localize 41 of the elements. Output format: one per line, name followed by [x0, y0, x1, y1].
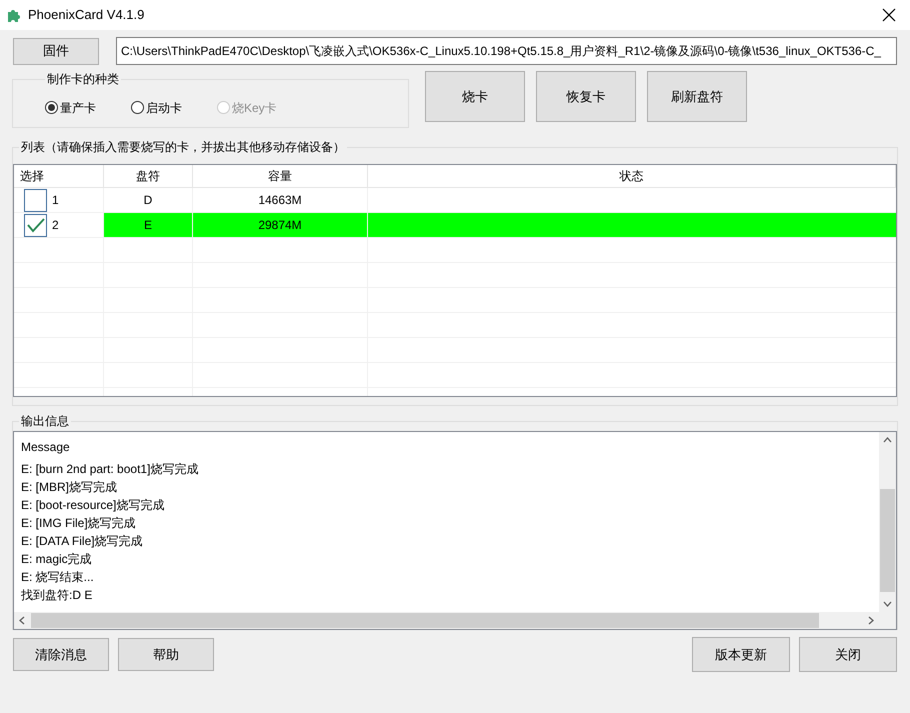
log-line: E: magic完成: [21, 551, 93, 568]
table-cell-text: 1: [52, 192, 59, 209]
column-header[interactable]: 盘符: [104, 165, 193, 187]
log-line: Message: [21, 439, 71, 456]
check-icon: [26, 217, 46, 233]
log-line: E: [IMG File]烧写完成: [21, 515, 137, 532]
checkbox[interactable]: [24, 214, 47, 236]
table-cell: D: [104, 188, 193, 212]
table-cell: 14663M: [193, 188, 368, 212]
table-cell: E: [104, 213, 193, 237]
table-cell: 29874M: [193, 213, 368, 237]
radio-option[interactable]: 量产卡: [45, 98, 96, 116]
log-line: E: [MBR]烧写完成: [21, 479, 118, 496]
group-label: 制作卡的种类: [46, 71, 120, 88]
log-line: E: [burn 2nd part: boot1]烧写完成: [21, 461, 200, 478]
button[interactable]: 固件: [13, 38, 99, 64]
group-label: 输出信息: [20, 413, 70, 430]
close-icon[interactable]: [882, 8, 896, 22]
button[interactable]: 恢复卡: [536, 71, 636, 122]
log-line: E: 烧写结束...: [21, 569, 95, 586]
vertical-scrollbar[interactable]: [879, 432, 896, 629]
checkbox[interactable]: [24, 188, 47, 212]
log-line: 找到盘符:D E: [21, 587, 94, 604]
table-cell-text: 2: [52, 217, 59, 234]
radio-option[interactable]: 启动卡: [131, 98, 182, 116]
column-header[interactable]: 选择: [14, 165, 104, 187]
button[interactable]: 帮助: [118, 638, 214, 671]
horizontal-scrollbar[interactable]: [14, 612, 879, 629]
log-line: E: [DATA File]烧写完成: [21, 533, 144, 550]
puzzle-icon: [6, 7, 22, 23]
button[interactable]: 关闭: [799, 637, 897, 672]
column-header[interactable]: 状态: [368, 165, 896, 187]
button[interactable]: 刷新盘符: [647, 71, 747, 122]
log-line: E: [boot-resource]烧写完成: [21, 497, 166, 514]
column-header[interactable]: 容量: [193, 165, 368, 187]
window-title: PhoenixCard V4.1.9: [28, 6, 144, 24]
group-label: 列表（请确保插入需要烧写的卡，并拔出其他移动存储设备）: [20, 139, 346, 156]
button[interactable]: 清除消息: [13, 638, 109, 671]
button[interactable]: 烧卡: [425, 71, 525, 122]
path-field[interactable]: C:\Users\ThinkPadE470C\Desktop\飞凌嵌入式\OK536x-C_Linux5.10.198+Qt5.15.8_用户资料_R1\2-镜像及源码\0-镜像\t536_linux_OKT536-C_: [116, 37, 897, 65]
button[interactable]: 版本更新: [692, 637, 790, 672]
